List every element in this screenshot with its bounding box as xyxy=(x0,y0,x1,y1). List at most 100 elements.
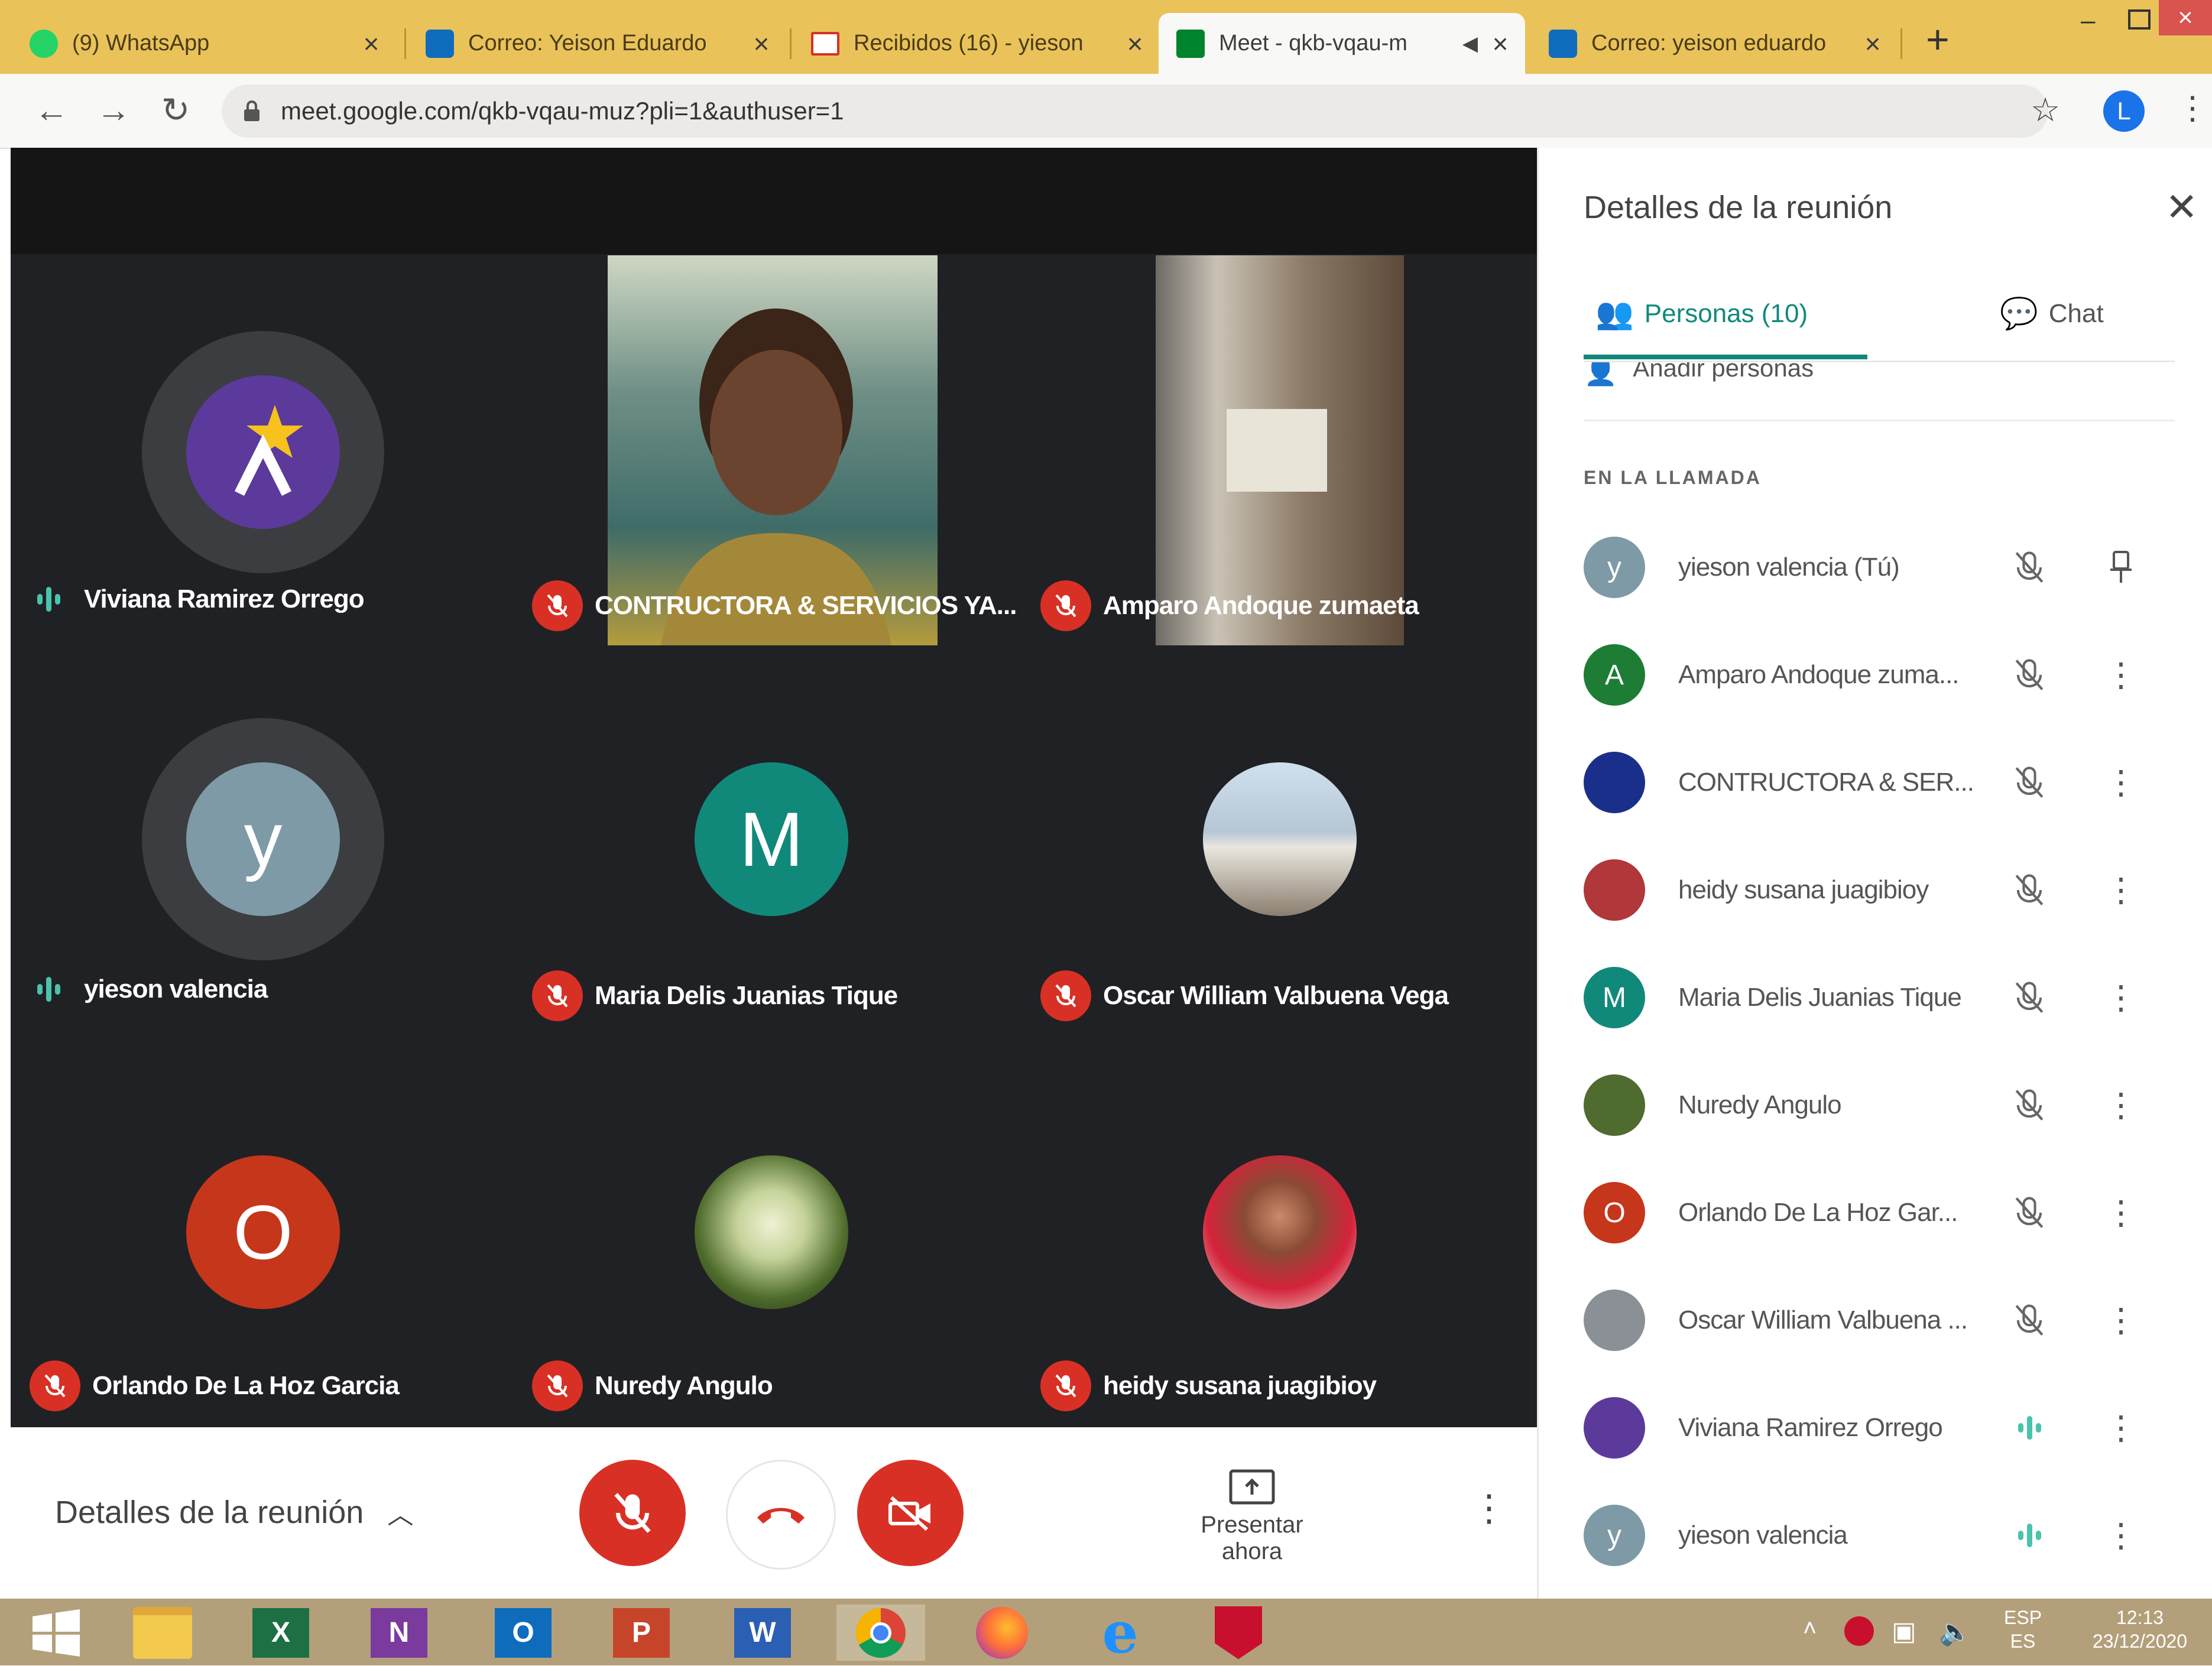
mic-toggle-button[interactable] xyxy=(579,1460,686,1566)
windows-start-icon[interactable] xyxy=(12,1605,100,1661)
internet-explorer-icon[interactable]: e xyxy=(1076,1604,1165,1661)
close-tab-icon[interactable]: × xyxy=(750,28,773,60)
participant-name: CONTRUCTORA & SER... xyxy=(1678,768,1974,797)
participant-avatar: O xyxy=(186,1155,340,1309)
viviana-logo-avatar xyxy=(186,375,340,529)
participant-name: Oscar William Valbuena ... xyxy=(1678,1305,1968,1334)
tray-expand-icon[interactable]: ˄ xyxy=(1803,1615,1817,1642)
more-options-icon[interactable]: ⋮ xyxy=(2103,651,2139,699)
tray-mcafee-icon[interactable] xyxy=(1844,1616,1874,1646)
participant-avatar xyxy=(1584,1290,1645,1351)
participant-name: yieson valencia xyxy=(1678,1521,1848,1550)
word-icon[interactable]: W xyxy=(718,1605,807,1661)
more-options-icon[interactable]: ⋮ xyxy=(2103,1189,2139,1236)
tab-gmail[interactable]: Recibidos (16) - yieson × xyxy=(793,13,1160,74)
participant-row[interactable]: y yieson valencia (Tú) xyxy=(1539,520,2212,615)
mic-off-icon xyxy=(532,580,583,631)
participant-photo-avatar xyxy=(1203,1155,1357,1309)
mic-off-icon xyxy=(1040,1360,1091,1411)
more-options-icon[interactable]: ⋮ xyxy=(2103,1512,2139,1559)
forward-icon[interactable]: → xyxy=(95,92,132,129)
browser-menu-icon[interactable]: ⋮ xyxy=(2177,89,2208,126)
tab-whatsapp[interactable]: (9) WhatsApp × xyxy=(12,13,396,74)
profile-avatar[interactable]: L xyxy=(2103,90,2145,132)
chrome-icon[interactable] xyxy=(836,1605,925,1661)
close-tab-icon[interactable]: × xyxy=(1123,28,1147,60)
close-tab-icon[interactable]: × xyxy=(1861,28,1885,60)
file-explorer-icon[interactable] xyxy=(118,1605,207,1661)
reload-icon[interactable]: ↻ xyxy=(157,92,194,129)
browser-toolbar: ← → ↻ meet.google.com/qkb-vqau-muz?pli=1… xyxy=(0,74,2212,149)
tab-outlook-2[interactable]: Correo: yeison eduardo × xyxy=(1531,13,1898,74)
mic-off-icon xyxy=(30,1360,80,1411)
tab-meet[interactable]: Meet - qkb-vqau-m ◀︎ × xyxy=(1159,13,1525,74)
tile-label: yieson valencia xyxy=(30,970,268,1008)
maximize-window-button[interactable] xyxy=(2128,9,2151,30)
system-clock[interactable]: 12:13 23/12/2020 xyxy=(2075,1606,2205,1653)
participant-row[interactable]: Nuredy Angulo ⋮ xyxy=(1539,1058,2212,1152)
more-options-icon[interactable]: ⋮ xyxy=(2103,1404,2139,1451)
speaking-indicator-icon xyxy=(2006,1512,2053,1559)
minimize-window-button[interactable]: – xyxy=(2081,6,2095,35)
new-tab-button[interactable]: + xyxy=(1926,17,1950,63)
more-options-icon[interactable]: ⋮ xyxy=(2103,1082,2139,1129)
language-indicator[interactable]: ESP ES xyxy=(2004,1606,2042,1653)
tile-label: Amparo Andoque zumaeta xyxy=(1040,580,1419,631)
participant-avatar: M xyxy=(695,762,848,916)
excel-icon[interactable]: X xyxy=(236,1605,325,1661)
participant-row[interactable]: Viviana Ramirez Orrego ⋮ xyxy=(1539,1381,2212,1475)
powerpoint-icon[interactable]: P xyxy=(597,1605,686,1661)
participant-row[interactable]: CONTRUCTORA & SER... ⋮ xyxy=(1539,735,2212,830)
bookmark-star-icon[interactable]: ☆ xyxy=(2031,90,2060,129)
participant-row[interactable]: heidy susana juagibioy ⋮ xyxy=(1539,843,2212,937)
participant-row[interactable]: M Maria Delis Juanias Tique ⋮ xyxy=(1539,950,2212,1045)
mic-off-icon xyxy=(2006,974,2053,1021)
tab-people[interactable]: 👥 Personas (10) xyxy=(1595,295,1808,332)
chevron-up-icon: ︿ xyxy=(387,1501,414,1529)
tile-label: Viviana Ramirez Orrego xyxy=(30,580,365,618)
mic-off-icon xyxy=(2006,1297,2053,1344)
tile-label: Orlando De La Hoz Garcia xyxy=(30,1360,400,1411)
volume-icon[interactable]: 🔈 xyxy=(1939,1616,1971,1647)
speaking-indicator-icon xyxy=(30,970,67,1008)
participant-row[interactable]: A Amparo Andoque zuma... ⋮ xyxy=(1539,628,2212,722)
outlook-icon xyxy=(1549,29,1577,58)
close-tab-icon[interactable]: × xyxy=(1488,28,1512,60)
outlook-icon[interactable]: O xyxy=(479,1605,567,1661)
onenote-icon[interactable]: N xyxy=(355,1605,443,1661)
leave-call-button[interactable] xyxy=(726,1460,836,1570)
meet-top-bar xyxy=(11,148,1537,254)
close-tab-icon[interactable]: × xyxy=(359,28,383,60)
firefox-icon[interactable] xyxy=(958,1605,1046,1661)
participant-row[interactable]: O Orlando De La Hoz Gar... ⋮ xyxy=(1539,1165,2212,1260)
close-window-button[interactable]: × xyxy=(2159,0,2212,35)
back-icon[interactable]: ← xyxy=(33,92,70,129)
participant-name: yieson valencia (Tú) xyxy=(1678,553,1900,582)
close-panel-icon[interactable]: ✕ xyxy=(2165,184,2198,230)
present-now-button[interactable]: Presentar ahora xyxy=(1169,1469,1335,1565)
tile-label: heidy susana juagibioy xyxy=(1040,1360,1377,1411)
more-options-icon[interactable]: ⋮ xyxy=(2103,974,2139,1021)
more-options-icon[interactable]: ⋮ xyxy=(2103,866,2139,914)
participant-row[interactable]: Oscar William Valbuena ... ⋮ xyxy=(1539,1273,2212,1368)
address-bar[interactable]: meet.google.com/qkb-vqau-muz?pli=1&authu… xyxy=(222,85,2048,138)
mcafee-icon[interactable] xyxy=(1194,1605,1283,1661)
tile-label: Nuredy Angulo xyxy=(532,1360,773,1411)
more-options-icon[interactable]: ⋮ xyxy=(2103,759,2139,806)
camera-toggle-button[interactable] xyxy=(857,1460,964,1566)
tab-title: (9) WhatsApp xyxy=(72,31,210,56)
meeting-details-button[interactable]: Detalles de la reunión ︿ xyxy=(55,1493,413,1531)
tab-outlook-1[interactable]: Correo: Yeison Eduardo × xyxy=(408,13,786,74)
more-options-icon[interactable]: ⋮ xyxy=(2103,1297,2139,1344)
more-options-icon[interactable]: ⋮ xyxy=(1471,1486,1507,1529)
tab-chat[interactable]: 💬 Chat xyxy=(2000,295,2104,332)
audio-playing-icon[interactable]: ◀︎ xyxy=(1462,32,1478,56)
participant-avatar: A xyxy=(1584,644,1645,706)
network-icon[interactable]: ▣ xyxy=(1892,1616,1916,1646)
add-people-button[interactable]: 👤 Añadir personas xyxy=(1584,362,2175,401)
pin-icon[interactable] xyxy=(2103,544,2139,591)
windows-taskbar: X N O P W e ˄ ▣ 🔈 ESP ES 12:13 23/12/202… xyxy=(0,1599,2212,1665)
participant-row[interactable]: y yieson valencia ⋮ xyxy=(1539,1488,2212,1583)
participant-name: Amparo Andoque zuma... xyxy=(1678,660,1960,689)
participant-avatar xyxy=(1584,752,1645,813)
